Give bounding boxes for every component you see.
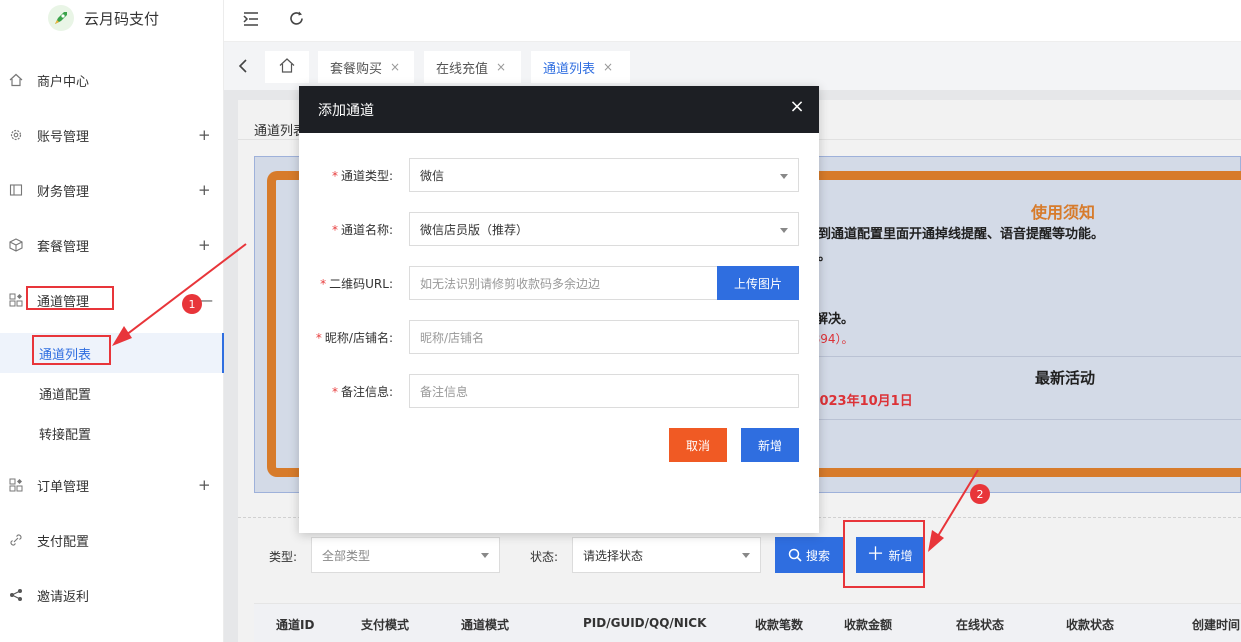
annotation-badge: 1 (182, 294, 202, 314)
annotation-arrows (112, 243, 979, 552)
annotation-badge-number: 2 (976, 487, 984, 501)
annotation-badge-number: 1 (188, 297, 196, 311)
annotation-badge: 2 (970, 484, 990, 504)
